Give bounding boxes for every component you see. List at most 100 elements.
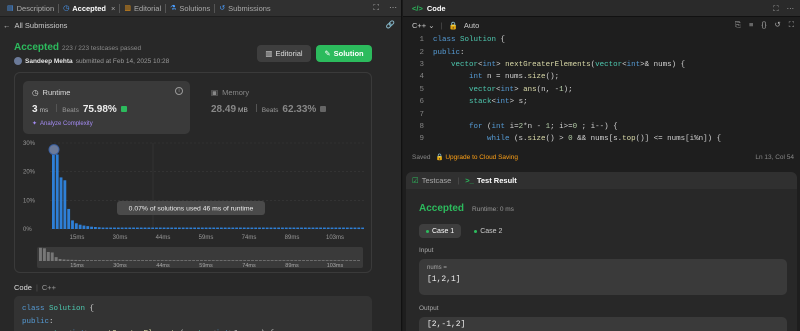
overview-bar [200,260,203,261]
back-arrow-icon[interactable]: ← [3,21,11,30]
all-submissions-link[interactable]: All Submissions [15,21,68,30]
memory-box[interactable]: ▣ Memory 28.49 MB Beats 62.33% [205,81,365,134]
chart-bar [273,227,277,229]
case-tab-2[interactable]: Case 2 [467,224,509,238]
line-number: 1 [419,36,424,45]
chart-bar [90,226,93,229]
chart-bar [200,227,204,229]
chart-bar [162,227,166,229]
book-icon: ▥ [124,5,132,12]
output-box: [2,-1,2] [419,317,787,331]
braces-icon[interactable]: {} [761,20,766,30]
chart-bar [109,227,113,229]
overview-bar [274,260,278,261]
analyze-complexity-link[interactable]: ✦ Analyze Complexity [32,120,181,128]
solution-button[interactable]: ✎ Solution [316,45,372,62]
overview-bar [164,260,168,261]
code-token: { [85,305,95,314]
tab-editorial[interactable]: ▥ Editorial [120,0,165,17]
info-icon[interactable]: i [175,87,183,95]
code-token: stack [469,98,492,107]
input-label: Input [419,247,434,254]
code-token: vector [451,60,479,69]
line-number: 2 [419,48,424,57]
stats-card: ◷ Runtime i 3 ms Beats 75.98% ✦ Analyze … [14,72,372,273]
result-tabs: ☑ Testcase | >_ Test Result [406,172,797,189]
auto-mode[interactable]: Auto [464,21,479,30]
overview-tick-label: 89ms [285,263,299,269]
overview-bar [227,260,231,261]
tab-test-result[interactable]: >_ Test Result [465,176,516,185]
code-header: </> Code ⛶ ⋯ [403,0,800,17]
submitted-time: submitted at Feb 14, 2025 10:28 [75,57,170,65]
divider: | [35,283,38,292]
chart-bar [219,227,223,229]
chart-bar [334,227,338,229]
chart-bar [204,227,208,229]
overview-bar [345,260,349,261]
chart-bar [86,226,90,229]
line-number: 4 [419,73,424,82]
tab-solutions[interactable]: ⚗ Solutions [166,0,214,17]
chart-bar [239,227,242,229]
testcases-passed: 223 / 223 testcases passed [62,45,142,52]
expand-icon[interactable]: ⛶ [773,4,778,14]
chart-bar [116,227,120,229]
expand-icon[interactable]: ⛶ [373,3,379,13]
overview-bar [329,260,333,261]
user-marker-avatar [48,144,60,156]
editorial-button[interactable]: ▥ Editorial [257,45,311,62]
left-tab-bar: ▤ Description ◷ Accepted × ▥ Editorial ⚗ Solu… [0,0,401,17]
test-status: Accepted [419,203,465,214]
chart-bar [227,227,231,229]
overview-bar [270,260,274,261]
overview-bar [349,260,353,261]
more-icon[interactable]: ⋯ [389,3,397,13]
submitted-code[interactable]: class Solution {public: vector<int> next… [14,296,372,331]
overview-bar [325,260,329,261]
tab-description[interactable]: ▤ Description [3,0,58,17]
document-icon: ▤ [7,5,14,12]
more-icon[interactable]: ⋯ [787,4,795,14]
avatar[interactable] [14,57,22,65]
y-tick-label: 20% [23,170,36,176]
close-icon[interactable]: × [111,4,115,13]
overview-tick-label: 59ms [199,263,213,269]
line-number: 3 [419,60,424,69]
tab-testcase[interactable]: ☑ Testcase [412,176,451,185]
chart-bar [63,180,67,229]
tab-submissions[interactable]: ↺ Submissions [215,0,274,17]
tab-accepted[interactable]: ◷ Accepted × [59,0,119,17]
overview-bar [66,259,70,261]
overview-tick-label: 15ms [70,263,84,269]
code-line: public: [22,315,364,327]
code-token: && nums[s. [572,135,623,144]
checkbox-icon: ☑ [412,176,419,185]
reset-icon[interactable]: ↺ [774,20,780,30]
overview-tick-label: 44ms [156,263,170,269]
code-token: size [527,135,546,144]
runtime-box[interactable]: ◷ Runtime i 3 ms Beats 75.98% ✦ Analyze … [23,81,190,134]
lock-icon: 🔒 [448,20,458,30]
format-icon[interactable]: ≡ [749,20,753,30]
code-token: i= [505,122,519,131]
username[interactable]: Sandeep Mehta [25,58,73,65]
divider: | [457,176,460,185]
code-line: 2 public: [403,46,800,58]
overview-bar [254,260,258,261]
chart-bar [197,227,200,229]
link-icon[interactable]: 🔗 [386,20,395,29]
code-editor[interactable]: 1 class Solution {2 public: 3 vector < int > n… [403,34,800,147]
language-select[interactable]: C++ ⌄ [412,21,435,30]
chart-bar [208,227,212,229]
code-token: for [469,122,483,131]
code-line: 5 vector < int > ans (n, -1); [403,84,800,96]
case-tab-1[interactable]: Case 1 [419,224,462,238]
upgrade-link[interactable]: 🔒 Upgrade to Cloud Saving [435,153,518,161]
clock-icon: ◷ [32,88,39,97]
overview-bar [152,260,156,261]
runtime-distribution-chart[interactable]: 30% 20% 10% 0% 15ms 30ms 44ms 59ms 74ms 89ms 103ms… [15,135,371,273]
bookmark-icon[interactable]: ⎘ [735,20,741,30]
fullscreen-icon[interactable]: ⛶ [789,20,794,30]
